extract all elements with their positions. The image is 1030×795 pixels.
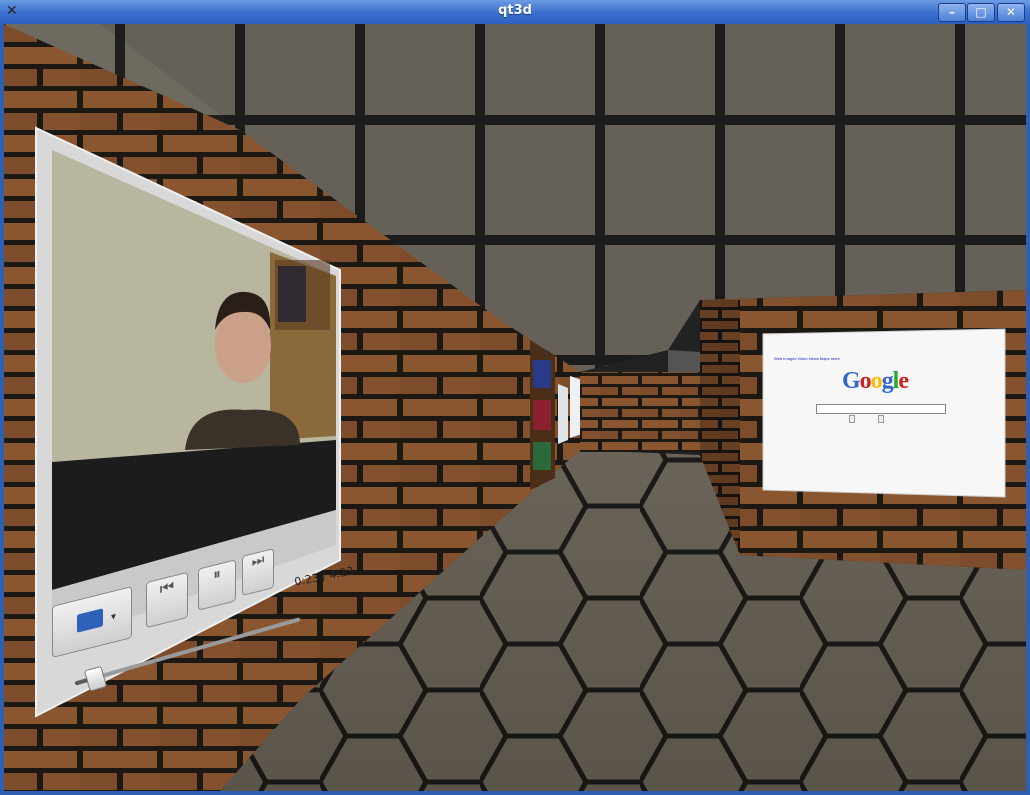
logo-letter: e — [898, 368, 909, 394]
far-wall — [580, 372, 700, 452]
skip-forward-icon: ⏭ — [251, 551, 265, 571]
app-window: ✕ qt3d – □ ✕ ▾ ⏮ ⏸ ⏭ 0:23 / 4:23 Google … — [0, 0, 1030, 795]
minimize-button[interactable]: – — [938, 3, 966, 22]
google-search-button[interactable] — [849, 415, 855, 423]
logo-letter: g — [881, 368, 894, 394]
logo-letter: o — [859, 368, 872, 394]
3d-viewport[interactable]: ▾ ⏮ ⏸ ⏭ 0:23 / 4:23 Google Web Images Vi… — [4, 24, 1026, 791]
feeling-lucky-button[interactable] — [878, 415, 884, 423]
title-bar[interactable]: ✕ qt3d – □ ✕ — [0, 0, 1030, 24]
skip-back-icon: ⏮ — [159, 576, 175, 599]
pause-icon: ⏸ — [213, 564, 221, 584]
search-input[interactable] — [816, 404, 946, 414]
folder-icon — [77, 608, 103, 633]
window-title: qt3d — [498, 3, 532, 18]
top-links[interactable]: Web Images Video News Maps more — [774, 356, 840, 361]
maximize-button[interactable]: □ — [967, 3, 995, 22]
skip-forward-button[interactable]: ⏭ — [242, 548, 274, 596]
logo-letter: o — [870, 368, 883, 394]
chevron-down-icon: ▾ — [111, 611, 117, 624]
logo-letter: G — [842, 368, 861, 394]
google-logo: Google — [842, 368, 909, 395]
close-button[interactable]: ✕ — [997, 3, 1025, 22]
